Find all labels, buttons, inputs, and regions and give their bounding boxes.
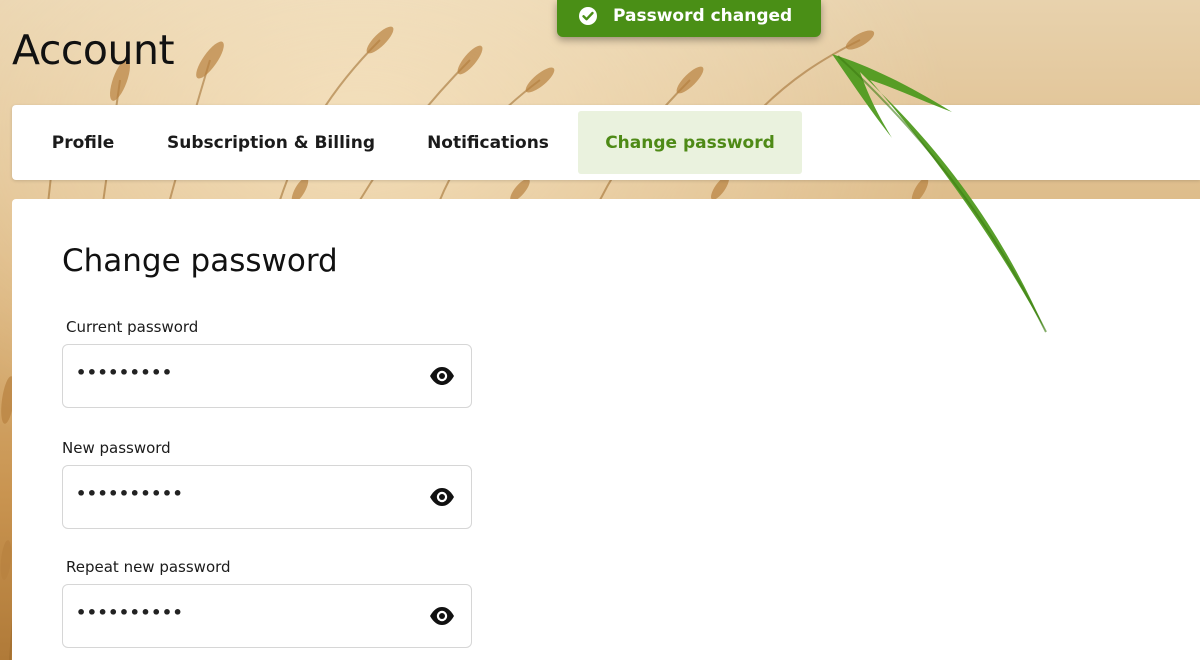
current-password-label: Current password xyxy=(66,318,199,336)
success-toast: Password changed xyxy=(557,0,821,37)
current-password-field[interactable]: ••••••••• xyxy=(62,344,472,408)
eye-icon[interactable] xyxy=(429,486,455,508)
account-tabs: Profile Subscription & Billing Notificat… xyxy=(12,105,1200,180)
eye-icon[interactable] xyxy=(429,605,455,627)
change-password-panel: Change password Current password •••••••… xyxy=(12,199,1200,660)
tab-profile[interactable]: Profile xyxy=(32,111,134,174)
tab-notifications[interactable]: Notifications xyxy=(410,111,566,174)
page-title: Account xyxy=(12,26,175,74)
repeat-new-password-field[interactable]: •••••••••• xyxy=(62,584,472,648)
panel-title: Change password xyxy=(62,243,338,279)
tab-change-password[interactable]: Change password xyxy=(578,111,802,174)
eye-icon[interactable] xyxy=(429,365,455,387)
tab-subscription-billing[interactable]: Subscription & Billing xyxy=(154,111,388,174)
check-circle-icon xyxy=(579,7,597,25)
new-password-label: New password xyxy=(62,439,171,457)
toast-message: Password changed xyxy=(613,6,793,26)
repeat-new-password-label: Repeat new password xyxy=(66,558,231,576)
new-password-value: •••••••••• xyxy=(76,484,184,503)
new-password-field[interactable]: •••••••••• xyxy=(62,465,472,529)
current-password-value: ••••••••• xyxy=(76,363,173,382)
repeat-new-password-value: •••••••••• xyxy=(76,603,184,622)
